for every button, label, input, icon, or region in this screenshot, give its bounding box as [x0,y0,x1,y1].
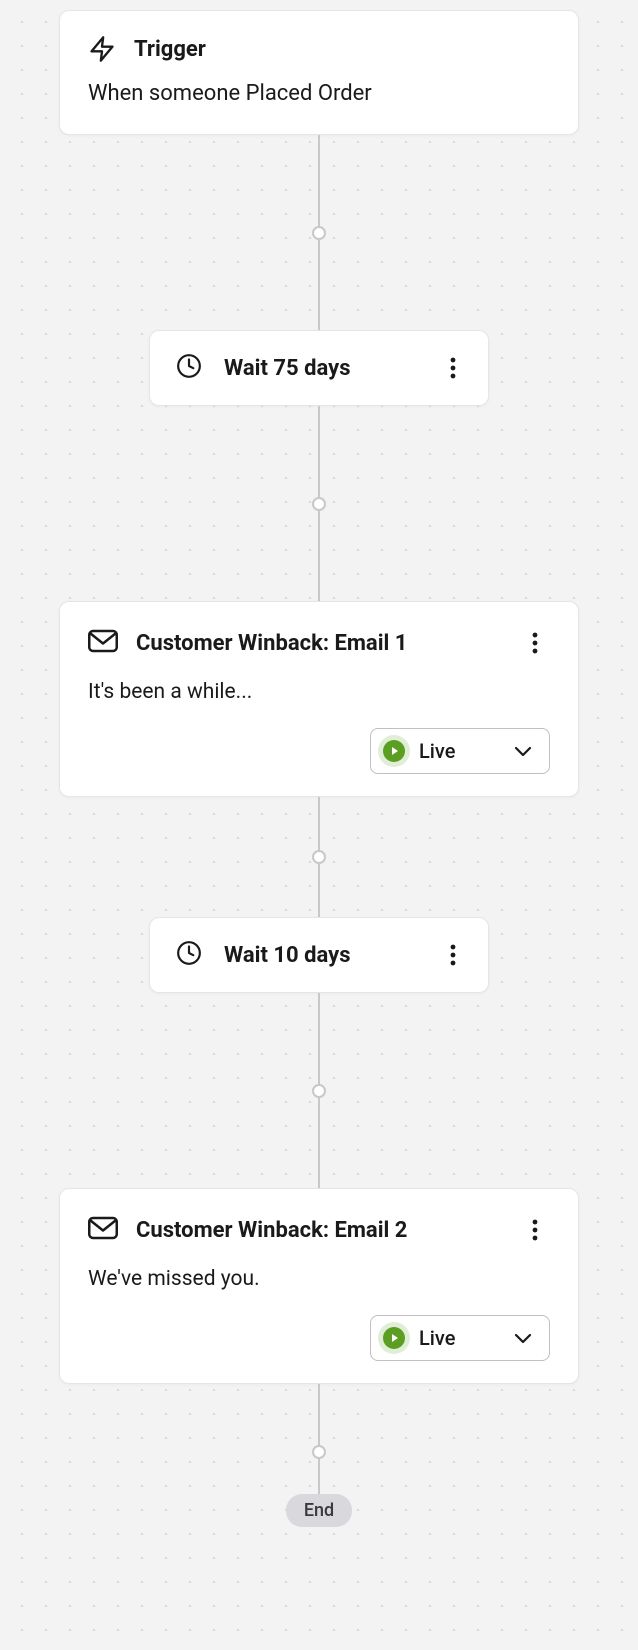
end-node: End [286,1494,352,1527]
trigger-card[interactable]: Trigger When someone Placed Order [59,10,579,135]
email-title: Customer Winback: Email 1 [136,631,502,656]
lightning-icon [88,35,116,63]
connector [318,797,320,917]
add-node-dot[interactable] [312,226,326,240]
more-actions-button[interactable] [438,353,468,383]
mail-icon [88,1216,118,1244]
add-node-dot[interactable] [312,850,326,864]
clock-icon [176,940,202,970]
live-status-icon [383,1327,405,1349]
flow-canvas: Trigger When someone Placed Order Wait 7… [0,0,638,1650]
status-dropdown[interactable]: Live [370,728,550,774]
wait-label: Wait 10 days [224,943,416,968]
add-node-dot[interactable] [312,1445,326,1459]
status-dropdown[interactable]: Live [370,1315,550,1361]
trigger-title: Trigger [134,37,206,62]
more-actions-button[interactable] [520,628,550,658]
email-card[interactable]: Customer Winback: Email 2 We've missed y… [59,1188,579,1384]
chevron-down-icon [513,1329,533,1348]
live-status-icon [383,740,405,762]
more-actions-button[interactable] [520,1215,550,1245]
connector [318,993,320,1188]
wait-card[interactable]: Wait 75 days [149,330,489,406]
wait-label: Wait 75 days [224,356,416,381]
email-title: Customer Winback: Email 2 [136,1218,502,1243]
connector [318,135,320,330]
connector [318,1384,320,1494]
clock-icon [176,353,202,383]
add-node-dot[interactable] [312,1084,326,1098]
email-card[interactable]: Customer Winback: Email 1 It's been a wh… [59,601,579,797]
connector [318,406,320,601]
email-subject: It's been a while... [88,680,550,704]
trigger-description: When someone Placed Order [88,81,550,106]
add-node-dot[interactable] [312,497,326,511]
chevron-down-icon [513,742,533,761]
email-subject: We've missed you. [88,1267,550,1291]
mail-icon [88,629,118,657]
wait-card[interactable]: Wait 10 days [149,917,489,993]
status-label: Live [419,739,499,763]
more-actions-button[interactable] [438,940,468,970]
status-label: Live [419,1326,499,1350]
